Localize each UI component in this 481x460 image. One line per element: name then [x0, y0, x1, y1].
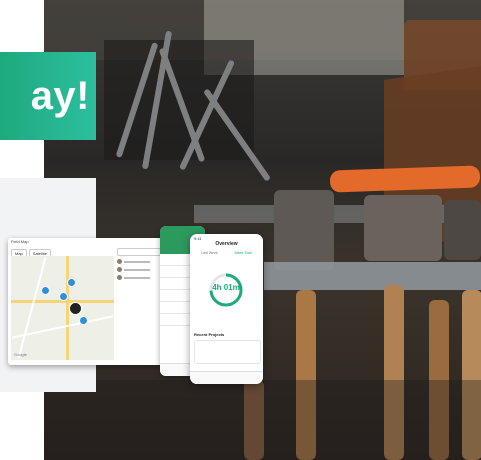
- side-list-item[interactable]: [117, 259, 161, 264]
- map-pin[interactable]: [79, 316, 88, 325]
- map-attribution: Google: [14, 352, 27, 357]
- phone2-title: Overview: [215, 241, 238, 247]
- background-photo: [44, 0, 481, 460]
- photo-hammer-head: [444, 200, 481, 260]
- photo-hammer-head: [364, 195, 442, 261]
- map-pin[interactable]: [41, 286, 50, 295]
- map-pin[interactable]: [59, 292, 68, 301]
- photo-rail: [264, 262, 481, 290]
- list-text-line: [124, 276, 150, 279]
- headline-text: ay!: [30, 73, 90, 118]
- phone2-segment-control[interactable]: Last Week Week Total: [193, 251, 260, 255]
- avatar: [117, 275, 122, 280]
- photo-shadow: [44, 380, 481, 460]
- headline-banner: ay!: [0, 52, 96, 140]
- phone2-project-card[interactable]: [194, 340, 261, 364]
- map-pin-selected[interactable]: [69, 302, 82, 315]
- map-road: [17, 257, 47, 359]
- desktop-side-panel: [117, 248, 161, 360]
- list-text-line: [124, 260, 150, 263]
- avatar: [117, 267, 122, 272]
- segment-last-week[interactable]: Last Week: [201, 251, 217, 255]
- side-search-input[interactable]: [117, 248, 161, 256]
- progress-ring-value: 4h 01m: [212, 283, 240, 292]
- side-list-item[interactable]: [117, 267, 161, 272]
- avatar: [117, 259, 122, 264]
- photo-hammer-head: [274, 190, 334, 270]
- segment-week-total[interactable]: Week Total: [234, 251, 251, 255]
- desktop-app-screenshot: Field Map Map Satellite Google: [8, 238, 163, 365]
- map-pin[interactable]: [67, 278, 76, 287]
- phone2-section-title: Recent Projects: [194, 332, 225, 337]
- phone-screenshot-right: 9:41 Overview Last Week Week Total 4h 01…: [190, 234, 263, 384]
- list-text-line: [124, 268, 150, 271]
- map-view[interactable]: Google: [11, 256, 114, 360]
- side-list-item[interactable]: [117, 275, 161, 280]
- desktop-app-title: Field Map: [11, 239, 29, 244]
- phone2-tab-bar[interactable]: [190, 371, 263, 384]
